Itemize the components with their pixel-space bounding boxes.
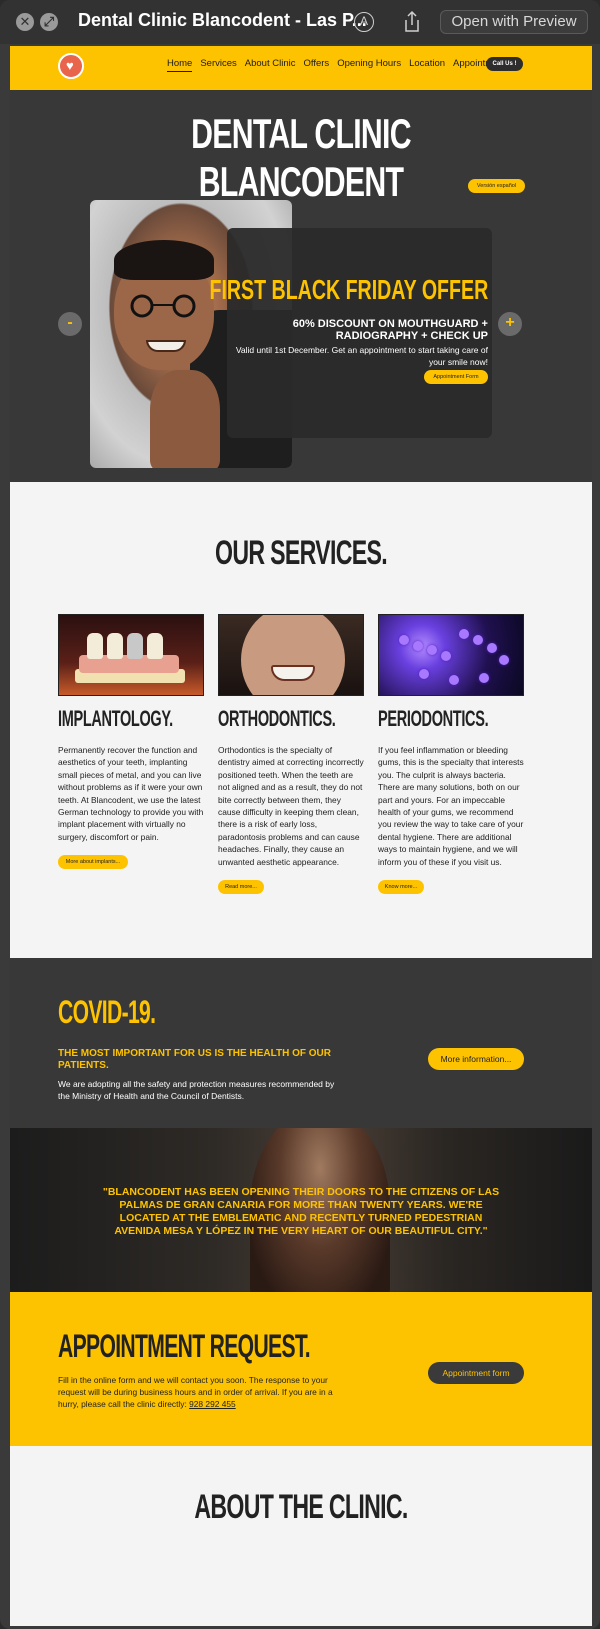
nav-location[interactable]: Location <box>409 58 445 72</box>
clinic-phone-link[interactable]: 928 292 455 <box>189 1399 236 1409</box>
periodontics-image <box>378 614 524 696</box>
appointment-section: APPOINTMENT REQUEST. Fill in the online … <box>10 1292 592 1446</box>
window-title: Dental Clinic Blancodent - Las P... <box>78 10 367 30</box>
service-periodontics: PERIODONTICS. If you feel inflammation o… <box>378 614 524 895</box>
nav-home[interactable]: Home <box>167 58 193 72</box>
service-name: ORTHODONTICS. <box>218 706 336 731</box>
service-name: PERIODONTICS. <box>378 706 489 731</box>
know-more-button[interactable]: Know more... <box>378 880 424 895</box>
offer-text: Valid until 1st December. Get an appoint… <box>235 345 488 367</box>
webpage: ♥ Home Services About Clinic Offers Open… <box>10 46 592 1626</box>
photo-smile <box>146 340 186 352</box>
services-section: OUR SERVICES. IMPLANTOLOGY. Permanently … <box>10 482 592 958</box>
more-about-implants-button[interactable]: More about implants... <box>58 855 128 870</box>
appointment-form-button[interactable]: Appointment form <box>428 1362 524 1384</box>
appointment-title: APPOINTMENT REQUEST. <box>58 1328 311 1364</box>
covid-title: COVID-19. <box>58 994 156 1030</box>
covid-section: COVID-19. THE MOST IMPORTANT FOR US IS T… <box>10 958 592 1128</box>
site-nav: ♥ Home Services About Clinic Offers Open… <box>10 46 592 90</box>
services-title: OUR SERVICES. <box>215 534 388 572</box>
photo-hair <box>114 240 214 280</box>
service-implantology: IMPLANTOLOGY. Permanently recover the fu… <box>58 614 204 870</box>
nav-services[interactable]: Services <box>200 58 236 72</box>
about-section: ABOUT THE CLINIC. <box>10 1446 592 1626</box>
markup-icon[interactable]: A <box>354 12 374 32</box>
offer-subtitle: 60% DISCOUNT ON MOUTHGUARD + RADIOGRAPHY… <box>292 318 488 342</box>
call-us-button[interactable]: Call Us ! <box>486 57 523 71</box>
service-description: Orthodontics is the specialty of dentist… <box>218 745 364 867</box>
photo-hand <box>150 370 220 468</box>
hero-section: DENTAL CLINIC BLANCODENT Versión español… <box>10 90 592 482</box>
close-icon[interactable]: ✕ <box>16 13 34 31</box>
nav-about[interactable]: About Clinic <box>245 58 296 72</box>
appointment-form-button[interactable]: Appointment Form <box>424 370 488 384</box>
covid-text: We are adopting all the safety and prote… <box>58 1079 335 1101</box>
quote-section: "BLANCODENT HAS BEEN OPENING THEIR DOORS… <box>10 1128 592 1292</box>
appointment-text: Fill in the online form and we will cont… <box>58 1374 348 1410</box>
more-information-button[interactable]: More information... <box>428 1048 524 1070</box>
titlebar: ✕ ⤢ Dental Clinic Blancodent - Las P... … <box>0 0 600 44</box>
carousel-prev-button[interactable]: - <box>58 312 82 336</box>
carousel-next-button[interactable]: + <box>498 312 522 336</box>
read-more-button[interactable]: Read more... <box>218 880 264 895</box>
fullscreen-icon[interactable]: ⤢ <box>40 13 58 31</box>
open-with-preview-button[interactable]: Open with Preview <box>440 10 588 34</box>
covid-subtitle: THE MOST IMPORTANT FOR US IS THE HEALTH … <box>58 1048 331 1071</box>
nav-opening-hours[interactable]: Opening Hours <box>337 58 401 72</box>
offer-title: FIRST BLACK FRIDAY OFFER <box>209 274 488 305</box>
about-title: ABOUT THE CLINIC. <box>194 1488 408 1526</box>
nav-offers[interactable]: Offers <box>303 58 329 72</box>
service-description: If you feel inflammation or bleeding gum… <box>378 745 524 867</box>
service-description: Permanently recover the function and aes… <box>58 745 204 842</box>
quicklook-window: ✕ ⤢ Dental Clinic Blancodent - Las P... … <box>0 0 600 1629</box>
share-icon[interactable] <box>402 10 422 34</box>
implant-image <box>58 614 204 696</box>
hero-title: DENTAL CLINIC BLANCODENT <box>191 110 411 205</box>
tooth-icon: ♥ <box>66 58 74 73</box>
clinic-logo[interactable]: ♥ <box>58 53 84 79</box>
orthodontics-image <box>218 614 364 696</box>
service-name: IMPLANTOLOGY. <box>58 706 173 731</box>
nav-links: Home Services About Clinic Offers Openin… <box>167 58 506 72</box>
service-orthodontics: ORTHODONTICS. Orthodontics is the specia… <box>218 614 364 895</box>
offer-card: FIRST BLACK FRIDAY OFFER 60% DISCOUNT ON… <box>209 228 492 438</box>
glasses-graphic <box>130 294 196 318</box>
spanish-version-button[interactable]: Versión español <box>468 179 525 193</box>
quote-text: "BLANCODENT HAS BEEN OPENING THEIR DOORS… <box>102 1186 500 1237</box>
